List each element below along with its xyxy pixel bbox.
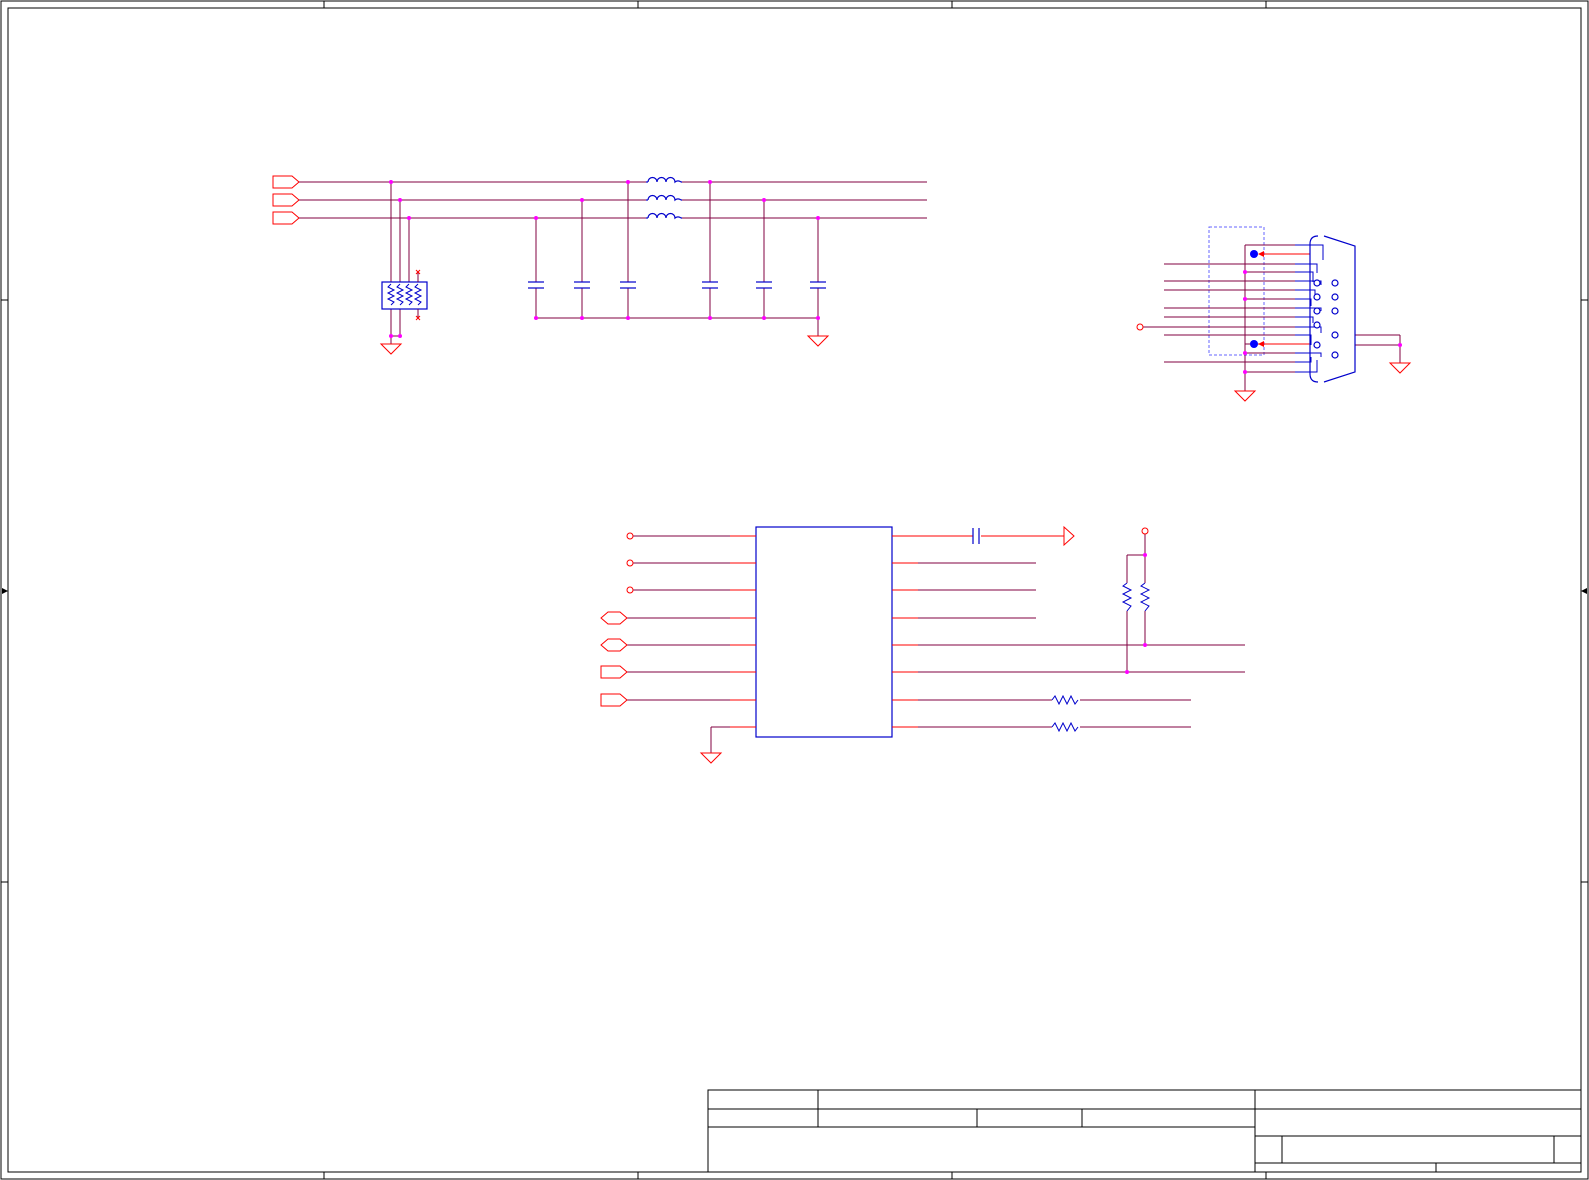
left-center-arrow-icon: [2, 588, 8, 594]
bidir-port-icon: [600, 611, 628, 625]
ic-block: [600, 525, 1245, 764]
inductor-icon: [646, 176, 682, 184]
resistor-icon: [1139, 582, 1151, 612]
bidir-port-icon: [600, 638, 628, 652]
test-point-icon: [1141, 527, 1149, 535]
ground-icon: [1233, 390, 1257, 402]
net-port-icon: [600, 693, 628, 707]
ground-icon: [1388, 362, 1412, 374]
right-center-arrow-icon: [1581, 588, 1587, 594]
resistor-icon: [1121, 582, 1133, 612]
emi-filter-network: [272, 175, 927, 355]
net-port-icon: [272, 193, 300, 207]
net-port-icon: [600, 665, 628, 679]
test-point-icon: [626, 559, 634, 567]
inductor-icon: [646, 212, 682, 220]
capacitor-icon: [756, 281, 772, 289]
capacitor-icon: [574, 281, 590, 289]
net-port-icon: [272, 175, 300, 189]
test-point-icon: [1136, 323, 1144, 331]
title-block: [707, 1089, 1582, 1173]
pin-arrow-icon: [1258, 251, 1264, 257]
capacitor-icon: [702, 281, 718, 289]
resistor-icon: [1051, 721, 1079, 733]
signal-ground-icon: [1063, 525, 1075, 547]
capacitor-icon: [810, 281, 826, 289]
shield-pin-icon: [1250, 250, 1258, 258]
ground-icon: [806, 335, 830, 347]
capacitor-icon: [620, 281, 636, 289]
ic-body: [755, 526, 893, 738]
db-connector: [1136, 226, 1412, 402]
connector-icon: [1295, 235, 1356, 383]
resistor-icon: [1051, 694, 1079, 706]
test-point-icon: [626, 586, 634, 594]
ground-icon: [699, 752, 723, 764]
resistor-array: [381, 269, 428, 321]
ground-icon: [379, 343, 403, 355]
test-point-icon: [626, 532, 634, 540]
capacitor-icon: [528, 281, 544, 289]
net-port-icon: [272, 211, 300, 225]
shield-pin-icon: [1250, 340, 1258, 348]
capacitor-icon: [972, 528, 980, 544]
schematic-sheet: [0, 0, 1589, 1180]
drawing-frame: [0, 0, 1589, 1180]
pin-arrow-icon: [1258, 341, 1264, 347]
inductor-icon: [646, 194, 682, 202]
